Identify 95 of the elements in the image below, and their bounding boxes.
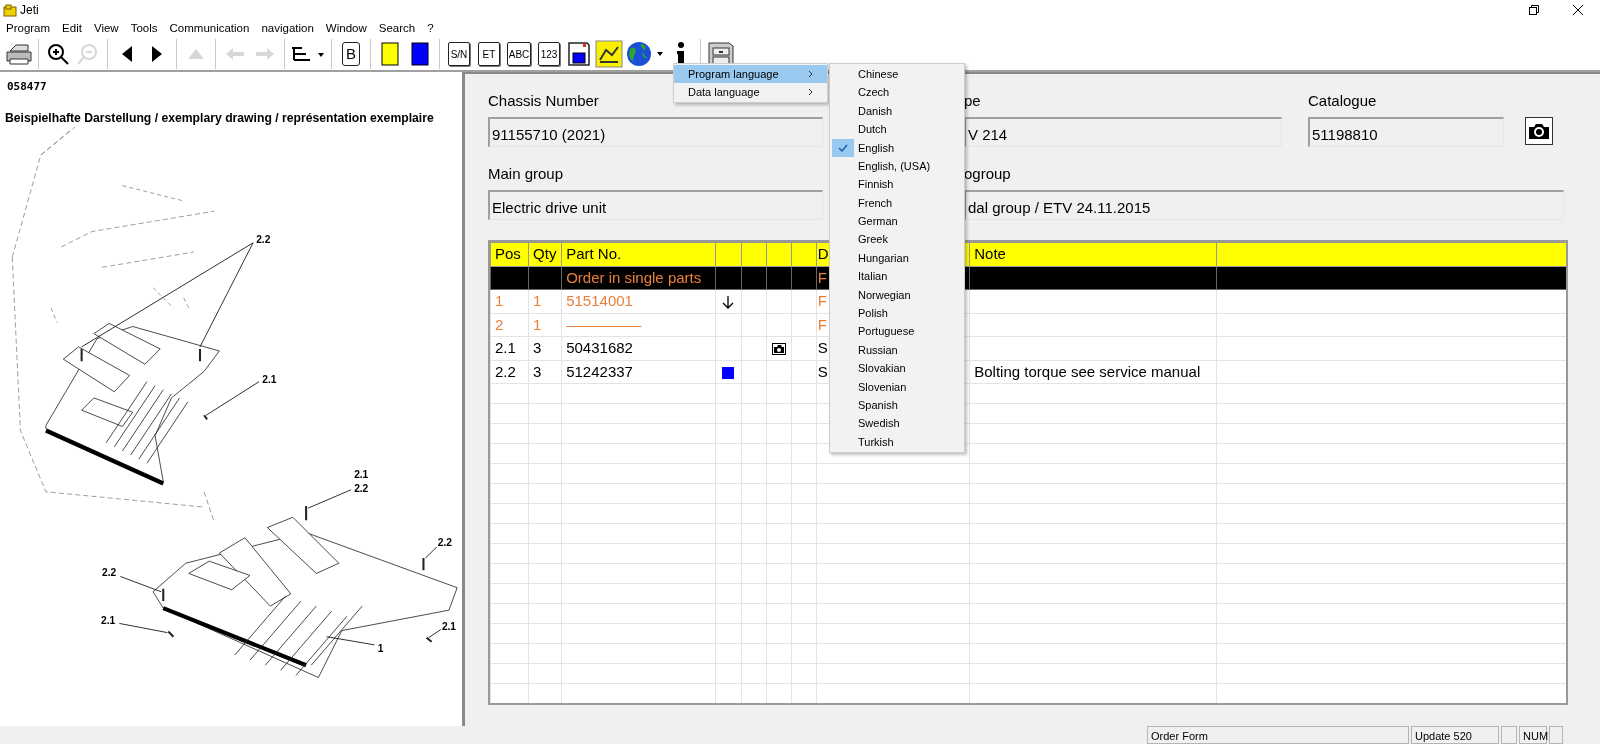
table-cell: F [817,315,827,333]
callout-label: 2.1 [262,373,277,385]
menu-item[interactable]: Swedish [830,414,964,433]
menu-item[interactable]: Italian [830,267,964,286]
leader-line [119,622,168,633]
app-icon [3,3,17,18]
menu-item[interactable]: Greek [830,230,964,249]
callout-label: 2.2 [256,233,271,245]
status-field: Order Form [1147,726,1409,744]
callout-label: 2.1 [101,615,116,627]
menu-item[interactable]: ? [421,19,440,38]
leader-line [425,546,438,559]
menu-item[interactable]: Polish [830,304,964,323]
callout-label: 1 [377,642,384,654]
toolbar-button[interactable]: B [336,37,366,70]
field-label: Chassis Number [488,91,599,110]
menu-item[interactable]: Turkish [830,432,964,452]
status-field: Update 520 [1411,726,1499,744]
status-field: NUM [1519,726,1547,744]
field-label: Catalogue [1308,91,1377,110]
menu-item[interactable]: navigation [255,19,320,38]
menu-item[interactable]: English, (USA) [830,156,964,176]
menu-item[interactable]: Spanish [830,396,964,415]
table-cell: 51242337 [566,362,633,380]
menu-item[interactable]: French [830,193,964,213]
menu-item[interactable]: Portuguese [830,322,964,341]
square-marker-icon [722,366,735,379]
drawing-caption: Beispielhafte Darstellung / exemplary drawing / représentation exemplaire [4,109,435,127]
leader-line [120,575,162,592]
table-cell: S [817,339,828,356]
text-field[interactable]: V 214 [964,117,1282,147]
menu-item[interactable]: Norwegian [830,285,964,305]
table-cell: 3 [533,339,542,356]
chevron-icon [808,70,813,78]
table-cell: 1 [533,315,542,333]
status-pane [1549,726,1563,744]
menu-item[interactable]: Program [0,19,57,38]
menu-item[interactable]: Dutch [830,120,964,139]
menu-item[interactable]: View [87,19,125,38]
table-cell: Bolting torque see service manual [974,362,1201,380]
table-cell: 2.1 [495,339,516,356]
menu-item[interactable]: Communication [163,19,256,38]
callout-label: 2.1 [354,468,369,480]
table-cell: Order in single parts [566,268,702,286]
menu-item[interactable]: Russian [830,340,964,360]
callout-label: 2.2 [354,482,369,494]
drawing-number: 058477 [6,79,48,95]
field-label: Main group [488,164,564,183]
field-label: ogroup [964,164,1011,183]
table-cell: 3 [533,362,542,380]
leader-line [307,489,352,509]
table-cell: 50431682 [566,339,633,356]
menu-item[interactable]: Tools [124,19,164,38]
table-cell: F [817,268,827,286]
text-field[interactable]: 51198810 [1308,117,1504,147]
table-cell: S [817,362,828,380]
menu-item[interactable]: Chinese [830,65,964,84]
camera-icon [771,343,786,356]
text-field[interactable]: dal group / ETV 24.11.2015 [964,190,1564,220]
leader-line [205,380,260,416]
menu-item[interactable]: Finnish [830,175,964,194]
table-cell: 2.2 [495,362,516,380]
leader-line [326,636,375,646]
menu-item[interactable]: Edit [56,19,88,38]
table-cell: 2 [495,315,504,333]
menu-item[interactable]: Danish [830,101,964,121]
text-field[interactable]: 91155710 (2021) [488,117,823,147]
table-cell: 51514001 [566,292,633,309]
table-cell: 1 [533,292,542,309]
down-arrow-icon [722,295,735,310]
callout-label: 2.1 [441,620,457,632]
window-title: Jeti [20,2,39,19]
menu-item[interactable]: Program language [674,65,827,83]
table-cell: F [817,292,827,309]
chevron-icon [808,88,813,96]
field-label: pe [964,91,981,110]
callout-label: 2.2 [102,567,117,579]
column-header[interactable]: D [817,245,829,262]
leader-line [428,628,442,638]
menu-item[interactable]: Search [372,19,422,38]
table-cell: ————— [566,315,642,333]
column-header[interactable]: Note [974,245,1006,262]
callout-label: 2.2 [437,536,452,548]
table-cell: 1 [495,292,504,309]
text-field[interactable]: Electric drive unit [488,190,823,220]
menu-item[interactable]: German [830,212,964,231]
menu-item[interactable]: Hungarian [830,248,964,268]
menu-item[interactable]: Data language [674,83,827,101]
camera-button[interactable] [1525,117,1553,145]
menu-item[interactable]: Czech [830,83,964,102]
menu-item[interactable]: Window [319,19,373,38]
menu-item[interactable]: Slovakian [830,359,964,378]
menu-item[interactable]: Slovenian [830,377,964,397]
status-pane [1501,726,1517,744]
menu-item[interactable]: English [830,138,964,157]
